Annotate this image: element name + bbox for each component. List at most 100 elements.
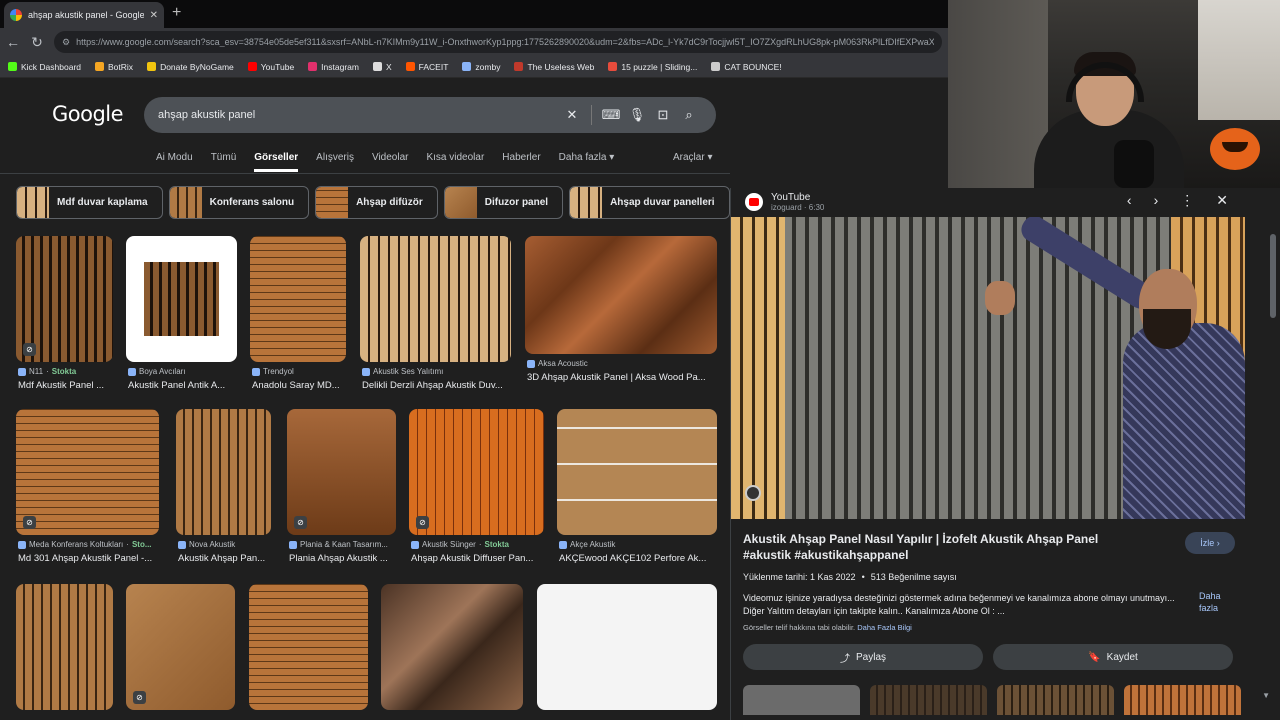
clear-icon[interactable]: ✕ xyxy=(559,107,585,123)
result-source[interactable]: Trendyol xyxy=(252,367,348,376)
scrollbar[interactable] xyxy=(1270,234,1276,318)
lens-search-icon[interactable] xyxy=(745,485,761,501)
refinement-chip[interactable]: Konferans salonu xyxy=(168,186,310,219)
result-title[interactable]: Mdf Akustik Panel ... xyxy=(18,380,115,391)
result-thumbnail[interactable] xyxy=(557,409,717,535)
image-result[interactable]: ⊘ N11 · Stokta Mdf Akustik Panel ... xyxy=(16,236,113,396)
result-title[interactable]: Akustik Ahşap Pan... xyxy=(178,553,273,564)
search-icon[interactable]: ⌕ xyxy=(676,107,702,123)
related-image[interactable] xyxy=(1124,685,1241,715)
search-tab[interactable]: Videolar xyxy=(372,152,409,172)
browser-tab[interactable]: ahşap akustik panel - Google'da Ara ✕ xyxy=(4,2,164,28)
result-thumbnail[interactable] xyxy=(537,584,717,710)
result-title[interactable]: Plania Ahşap Akustik ... xyxy=(289,553,398,564)
search-box[interactable]: ahşap akustik panel ✕ ⌨ 🎙 ⊡ ⌕ xyxy=(144,97,716,133)
result-source[interactable]: N11 · Stokta xyxy=(18,367,115,376)
result-title[interactable]: Md 301 Ahşap Akustik Panel -... xyxy=(18,553,161,564)
result-source[interactable]: Akustik Ses Yalıtımı xyxy=(362,367,513,376)
prev-icon[interactable]: ‹ xyxy=(1127,192,1132,209)
search-input[interactable]: ahşap akustik panel xyxy=(158,109,559,121)
result-source[interactable]: Nova Akustik xyxy=(178,540,273,549)
scroll-down-icon[interactable]: ▼ xyxy=(1262,691,1270,700)
result-thumbnail[interactable]: ⊘ xyxy=(287,409,396,535)
image-result[interactable]: Nova Akustik Akustik Ahşap Pan... xyxy=(176,409,271,569)
result-title[interactable]: Akustik Panel Antik A... xyxy=(128,380,239,391)
result-thumbnail[interactable]: ⊘ xyxy=(409,409,544,535)
image-result[interactable]: Trendyol Anadolu Saray MD... xyxy=(250,236,346,396)
back-icon[interactable]: ← xyxy=(6,34,20,50)
visit-button[interactable]: İzle › xyxy=(1185,532,1235,554)
image-result[interactable] xyxy=(381,584,523,720)
bookmark-item[interactable]: 15 puzzle | Sliding... xyxy=(608,62,697,72)
site-info-icon[interactable]: ⚙ xyxy=(62,37,70,48)
more-link[interactable]: Daha fazla xyxy=(1199,590,1239,614)
mic-icon[interactable]: 🎙 xyxy=(624,107,650,123)
result-title[interactable]: Ahşap Akustik Diffuser Pan... xyxy=(411,553,546,564)
search-tab[interactable]: Alışveriş xyxy=(316,152,354,172)
result-source[interactable]: Plania & Kaan Tasarım... xyxy=(289,540,398,549)
result-source[interactable]: Aksa Acoustic xyxy=(527,359,719,368)
preview-title[interactable]: Akustik Ahşap Panel Nasıl Yapılır | İzof… xyxy=(743,531,1143,563)
search-tab[interactable]: Görseller xyxy=(254,152,299,172)
refinement-chip[interactable]: Mdf duvar kaplama xyxy=(16,186,163,219)
result-thumbnail[interactable] xyxy=(250,236,346,362)
preview-source[interactable]: YouTube izoguard · 6:30 xyxy=(745,192,824,212)
result-source[interactable]: Meda Konferans Koltukları · Sto... xyxy=(18,540,161,549)
search-tab[interactable]: Daha fazla ▾ xyxy=(559,152,615,172)
search-tab[interactable]: Kısa videolar xyxy=(426,152,484,172)
result-title[interactable]: Anadolu Saray MD... xyxy=(252,380,348,391)
result-thumbnail[interactable]: ⊘ xyxy=(16,236,113,362)
result-thumbnail[interactable]: ⊘ xyxy=(16,409,159,535)
share-button[interactable]: ⤴ Paylaş xyxy=(743,644,983,670)
result-source[interactable]: Akustik Sünger · Stokta xyxy=(411,540,546,549)
result-title[interactable]: AKÇEwood AKÇE102 Perfore Ak... xyxy=(559,553,719,564)
result-title[interactable]: 3D Ahşap Akustik Panel | Aksa Wood Pa... xyxy=(527,372,719,383)
save-button[interactable]: 🔖 Kaydet xyxy=(993,644,1233,670)
related-image[interactable] xyxy=(870,685,987,715)
image-result[interactable] xyxy=(537,584,717,720)
image-result[interactable]: Akçe Akustik AKÇEwood AKÇE102 Perfore Ak.… xyxy=(557,409,717,569)
next-icon[interactable]: › xyxy=(1154,192,1159,209)
bookmark-item[interactable]: CAT BOUNCE! xyxy=(711,62,782,72)
omnibox[interactable]: ⚙ https://www.google.com/search?sca_esv=… xyxy=(54,31,942,53)
keyboard-icon[interactable]: ⌨ xyxy=(598,107,624,123)
image-result[interactable]: ⊘ xyxy=(126,584,235,720)
more-options-icon[interactable]: ⋮ xyxy=(1180,192,1194,209)
result-thumbnail[interactable] xyxy=(126,236,237,362)
related-image[interactable] xyxy=(997,685,1114,715)
image-result[interactable]: Akustik Ses Yalıtımı Delikli Derzli Ahşap… xyxy=(360,236,511,396)
result-source[interactable]: Boya Avcıları xyxy=(128,367,239,376)
image-result[interactable]: Boya Avcıları Akustik Panel Antik A... xyxy=(126,236,237,396)
result-thumbnail[interactable] xyxy=(525,236,717,354)
result-source[interactable]: Akçe Akustik xyxy=(559,540,719,549)
bookmark-item[interactable]: The Useless Web xyxy=(514,62,594,72)
google-logo[interactable]: Google xyxy=(52,102,124,126)
result-thumbnail[interactable] xyxy=(16,584,113,710)
bookmark-item[interactable]: zomby xyxy=(462,62,500,72)
result-thumbnail[interactable]: ⊘ xyxy=(126,584,235,710)
image-result[interactable] xyxy=(249,584,368,720)
refinement-chip[interactable]: Ahşap duvar panelleri xyxy=(569,186,730,219)
result-thumbnail[interactable] xyxy=(381,584,523,710)
preview-image[interactable] xyxy=(731,217,1245,519)
bookmark-item[interactable]: YouTube xyxy=(247,62,294,72)
result-thumbnail[interactable] xyxy=(360,236,511,362)
image-result[interactable]: ⊘ Meda Konferans Koltukları · Sto... Md 301 … xyxy=(16,409,159,569)
tab-close-icon[interactable]: ✕ xyxy=(150,10,158,21)
close-icon[interactable]: ✕ xyxy=(1216,192,1228,209)
search-tab[interactable]: Haberler xyxy=(502,152,540,172)
new-tab-icon[interactable]: + xyxy=(172,4,181,22)
bookmark-item[interactable]: FACEIT xyxy=(405,62,448,72)
bookmark-item[interactable]: X xyxy=(372,62,392,72)
result-thumbnail[interactable] xyxy=(176,409,271,535)
result-title[interactable]: Delikli Derzli Ahşap Akustik Duv... xyxy=(362,380,513,391)
bookmark-item[interactable]: BotRix xyxy=(95,62,133,72)
related-image[interactable] xyxy=(743,685,860,715)
image-result[interactable]: Aksa Acoustic 3D Ahşap Akustik Panel | Ak… xyxy=(525,236,717,388)
refinement-chip[interactable]: Difuzor panel xyxy=(443,186,564,219)
search-tab[interactable]: Ai Modu xyxy=(156,152,193,172)
result-thumbnail[interactable] xyxy=(249,584,368,710)
bookmark-item[interactable]: Instagram xyxy=(308,62,359,72)
image-result[interactable]: ⊘ Plania & Kaan Tasarım... Plania Ahşap Ak… xyxy=(287,409,396,569)
search-tab[interactable]: Tümü xyxy=(211,152,237,172)
